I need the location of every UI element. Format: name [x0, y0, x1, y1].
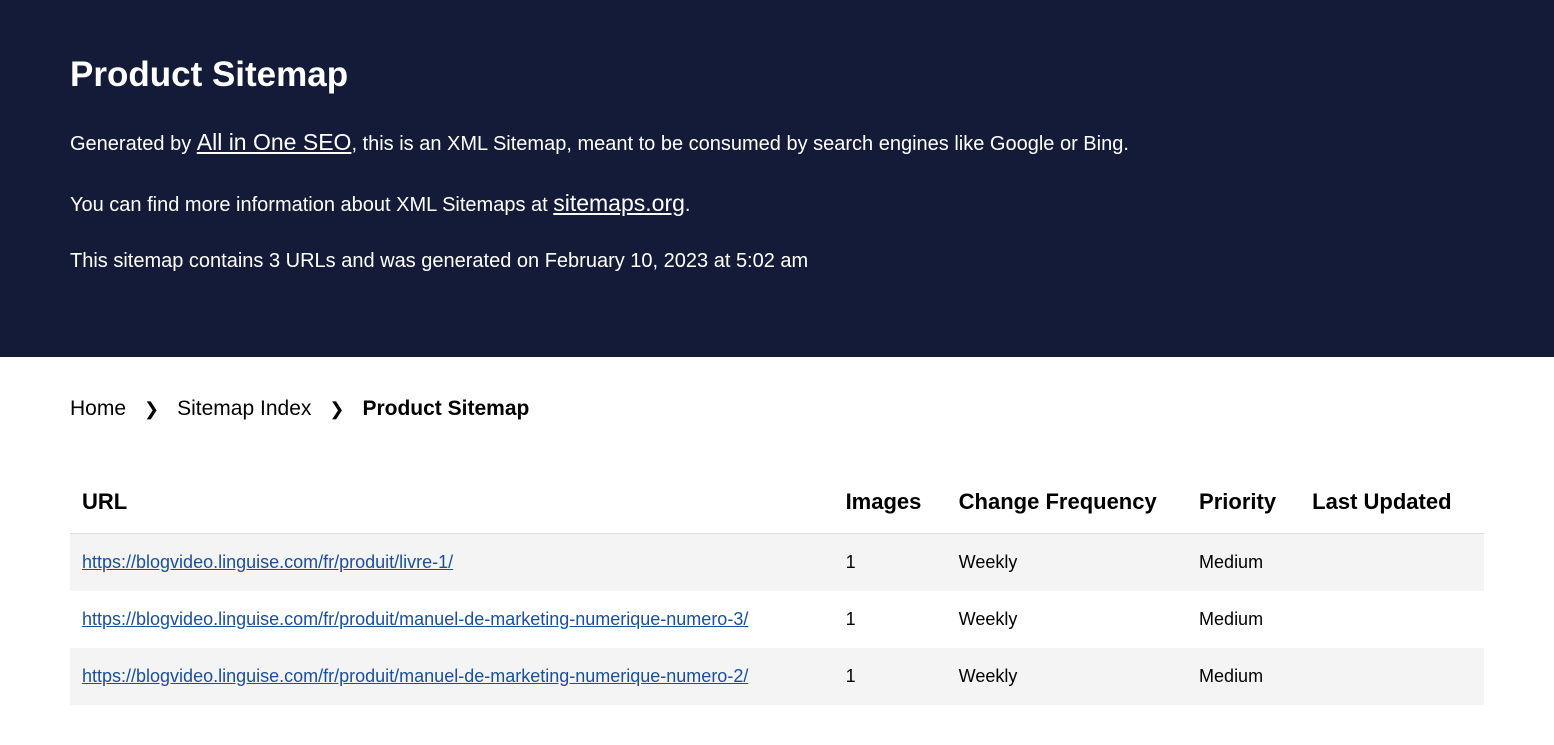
url-link[interactable]: https://blogvideo.linguise.com/fr/produi…: [82, 552, 453, 572]
cell-updated: [1300, 648, 1484, 705]
cell-priority: Medium: [1187, 534, 1300, 592]
cell-frequency: Weekly: [947, 591, 1187, 648]
breadcrumb-sitemap-index[interactable]: Sitemap Index: [177, 397, 311, 421]
cell-priority: Medium: [1187, 591, 1300, 648]
table-header-row: URL Images Change Frequency Priority Las…: [70, 471, 1484, 534]
table-row: https://blogvideo.linguise.com/fr/produi…: [70, 534, 1484, 592]
sitemap-table: URL Images Change Frequency Priority Las…: [70, 471, 1484, 705]
column-header-freq: Change Frequency: [947, 471, 1187, 534]
chevron-right-icon: ❯: [144, 399, 159, 420]
header-line-3: This sitemap contains 3 URLs and was gen…: [70, 246, 1484, 276]
cell-images: 1: [834, 591, 947, 648]
page-title: Product Sitemap: [70, 55, 1484, 95]
breadcrumb: Home ❯ Sitemap Index ❯ Product Sitemap: [70, 397, 1484, 421]
column-header-url: URL: [70, 471, 834, 534]
cell-url: https://blogvideo.linguise.com/fr/produi…: [70, 591, 834, 648]
cell-frequency: Weekly: [947, 648, 1187, 705]
url-link[interactable]: https://blogvideo.linguise.com/fr/produi…: [82, 609, 748, 629]
header-line-1: Generated by All in One SEO, this is an …: [70, 125, 1484, 160]
sitemaps-org-link[interactable]: sitemaps.org: [553, 190, 685, 216]
column-header-images: Images: [834, 471, 947, 534]
url-link[interactable]: https://blogvideo.linguise.com/fr/produi…: [82, 666, 748, 686]
column-header-updated: Last Updated: [1300, 471, 1484, 534]
header-line-2-suffix: .: [685, 194, 691, 216]
chevron-right-icon: ❯: [329, 399, 344, 420]
breadcrumb-current: Product Sitemap: [362, 397, 529, 421]
header: Product Sitemap Generated by All in One …: [0, 0, 1554, 357]
cell-priority: Medium: [1187, 648, 1300, 705]
aioseo-link[interactable]: All in One SEO: [197, 129, 352, 155]
cell-url: https://blogvideo.linguise.com/fr/produi…: [70, 534, 834, 592]
table-row: https://blogvideo.linguise.com/fr/produi…: [70, 591, 1484, 648]
header-line-2-prefix: You can find more information about XML …: [70, 194, 553, 216]
breadcrumb-home[interactable]: Home: [70, 397, 126, 421]
cell-images: 1: [834, 648, 947, 705]
table-row: https://blogvideo.linguise.com/fr/produi…: [70, 648, 1484, 705]
cell-frequency: Weekly: [947, 534, 1187, 592]
cell-updated: [1300, 534, 1484, 592]
content: Home ❯ Sitemap Index ❯ Product Sitemap U…: [0, 357, 1554, 745]
cell-url: https://blogvideo.linguise.com/fr/produi…: [70, 648, 834, 705]
header-line-1-suffix: , this is an XML Sitemap, meant to be co…: [351, 133, 1128, 155]
header-line-2: You can find more information about XML …: [70, 186, 1484, 221]
cell-images: 1: [834, 534, 947, 592]
header-line-1-prefix: Generated by: [70, 133, 197, 155]
cell-updated: [1300, 591, 1484, 648]
column-header-priority: Priority: [1187, 471, 1300, 534]
